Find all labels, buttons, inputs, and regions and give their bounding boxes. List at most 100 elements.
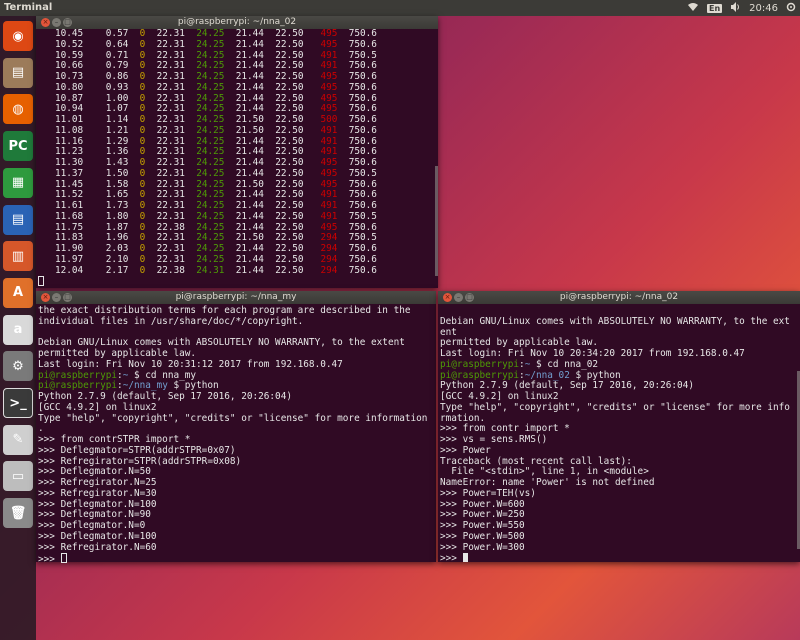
log-cell: 24.25 (196, 253, 225, 265)
prompt-user: pi@raspberrypi (38, 369, 118, 381)
window-titlebar[interactable]: × – □ pi@raspberrypi: ~/nna_02 (438, 291, 800, 304)
log-cell: 1.21 (105, 124, 129, 136)
terminal-window-log[interactable]: × – □ pi@raspberrypi: ~/nna_02 10.45 0.5… (36, 16, 438, 288)
log-cell: 21.44 (235, 71, 264, 82)
terminal-output[interactable]: 10.45 0.57 0 22.31 24.25 21.44 22.50 495… (36, 29, 438, 288)
log-cell: 24.31 (196, 264, 225, 276)
log-cell: 11.08 (54, 124, 84, 136)
scrollbar[interactable] (435, 166, 438, 276)
log-cell: 750.6 (348, 124, 377, 136)
log-cell: 495 (320, 71, 338, 82)
line-text: >>> from contr import * (440, 423, 570, 435)
line-text: >>> Power.W=250 (440, 509, 525, 521)
log-cell: 11.16 (54, 135, 84, 147)
window-titlebar[interactable]: × – □ pi@raspberrypi: ~/nna_my (36, 291, 436, 304)
launcher-calc-icon[interactable]: ▦ (3, 167, 33, 198)
line-text: >>> Deflegmator.N=100 (38, 498, 157, 510)
line-text: >>> Refregirator.N=25 (38, 477, 157, 488)
clock[interactable]: 20:46 (749, 3, 778, 14)
terminal-line: >>> (38, 553, 434, 564)
log-cell: 22.38 (156, 221, 185, 233)
log-cell: 24.25 (196, 135, 225, 147)
log-cell: 0.64 (105, 38, 129, 50)
log-cell: 22.31 (156, 124, 185, 136)
launcher-trash-icon[interactable]: 🗑 (3, 498, 33, 529)
log-cell: 0 (139, 167, 146, 179)
log-cell: 21.44 (235, 210, 264, 222)
log-cell: 1.36 (105, 146, 129, 158)
launcher-settings-icon[interactable]: ⚙ (3, 351, 33, 382)
log-cell: 495 (320, 38, 338, 50)
log-cell: 750.6 (348, 221, 377, 233)
terminal-window-nna-02[interactable]: × – □ pi@raspberrypi: ~/nna_02 Debian GN… (438, 291, 800, 564)
log-cell: 21.44 (235, 135, 264, 147)
log-cell: 491 (320, 124, 338, 136)
log-cell: 21.44 (235, 243, 264, 254)
log-cell: 10.59 (54, 49, 84, 61)
log-cell: 22.31 (156, 243, 185, 254)
launcher-impress-icon[interactable]: ▥ (3, 241, 33, 272)
launcher-files-icon[interactable]: ▤ (3, 57, 33, 88)
window-title: pi@raspberrypi: ~/nna_02 (177, 17, 297, 27)
launcher-pycharm-icon[interactable]: PC (3, 131, 33, 162)
line-text: >>> Refregirator.N=30 (38, 487, 157, 499)
terminal-output[interactable]: Debian GNU/Linux comes with ABSOLUTELY N… (438, 304, 800, 564)
launcher-firefox-icon[interactable]: ◍ (3, 94, 33, 125)
launcher-dash-icon[interactable]: ◉ (3, 21, 33, 51)
log-cell: 10.87 (54, 92, 84, 104)
log-cell: 0 (139, 92, 146, 104)
window-title: pi@raspberrypi: ~/nna_02 (559, 292, 679, 302)
log-cell: 24.25 (196, 92, 225, 104)
log-cell: 22.50 (275, 264, 304, 276)
wifi-icon[interactable] (687, 2, 699, 15)
log-cell: 11.30 (54, 157, 84, 168)
log-cell: 22.50 (275, 81, 304, 93)
log-cell: 0.93 (105, 81, 129, 93)
line-text: >>> vs = sens.RMS() (440, 434, 548, 445)
top-panel: Terminal En 20:46 (0, 0, 800, 16)
log-cell: 0 (139, 253, 146, 265)
log-cell: 21.44 (235, 189, 264, 201)
log-cell: 495 (320, 157, 338, 168)
log-cell: 22.31 (156, 200, 185, 211)
log-cell: 10.94 (54, 103, 84, 115)
log-cell: 750.6 (348, 243, 377, 254)
line-text: Type "help", "copyright", "credits" or "… (440, 401, 790, 413)
keyboard-layout-indicator[interactable]: En (707, 3, 723, 13)
log-cell: 0 (139, 264, 146, 276)
window-titlebar[interactable]: × – □ pi@raspberrypi: ~/nna_02 (36, 16, 438, 29)
power-gear-icon[interactable] (786, 2, 796, 15)
log-cell: 22.50 (275, 135, 304, 147)
log-cell: 24.25 (196, 124, 225, 136)
volume-icon[interactable] (730, 1, 741, 15)
log-cell: 1.73 (105, 200, 129, 211)
line-text: Debian GNU/Linux comes with ABSOLUTELY N… (440, 315, 790, 327)
log-cell: 24.25 (196, 178, 225, 190)
line-text: Debian GNU/Linux comes with ABSOLUTELY N… (38, 337, 405, 349)
launcher-editor-icon[interactable]: ✎ (3, 424, 33, 455)
line-text: Python 2.7.9 (default, Sep 17 2016, 20:2… (38, 391, 292, 402)
log-cell: 0 (139, 210, 146, 222)
launcher-amazon-icon[interactable]: a (3, 314, 33, 345)
log-cell: 11.01 (54, 114, 84, 125)
log-cell: 0 (139, 38, 146, 50)
line-text: Type "help", "copyright", "credits" or "… (38, 412, 428, 424)
line-text: >>> from contrSTPR import * (38, 434, 191, 445)
log-cell: 24.25 (196, 243, 225, 254)
launcher-drive-icon[interactable]: ▭ (3, 461, 33, 492)
terminal-line: >>> Refregirator.N=60 (38, 542, 434, 554)
log-cell: 0.79 (105, 60, 129, 72)
line-text: Python 2.7.9 (default, Sep 17 2016, 20:2… (440, 380, 694, 392)
terminal-output[interactable]: the exact distribution terms for each pr… (36, 304, 436, 564)
launcher-writer-icon[interactable]: ▤ (3, 204, 33, 235)
launcher-terminal-icon[interactable]: >_ (3, 388, 33, 418)
terminal-line: Type "help", "copyright", "credits" or "… (38, 412, 434, 425)
terminal-window-nna-my[interactable]: × – □ pi@raspberrypi: ~/nna_my the exact… (36, 291, 436, 564)
log-cell: 0 (139, 103, 146, 115)
launcher-software-icon[interactable]: A (3, 277, 33, 308)
log-cell: 1.00 (105, 92, 129, 104)
log-cell: 750.6 (348, 157, 377, 168)
log-cell: 750.6 (348, 29, 377, 39)
line-text: >>> Deflegmator=STPR(addrSTPR=0x07) (38, 444, 236, 456)
line-text: >>> (440, 553, 463, 564)
